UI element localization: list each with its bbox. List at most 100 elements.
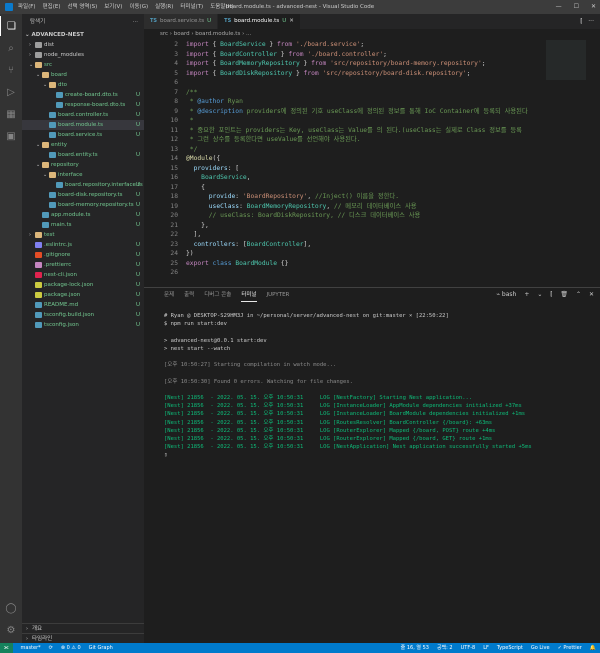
tree-file[interactable]: package.json U xyxy=(22,290,144,300)
code-line[interactable]: 18 provide: 'BoardRepository', //Inject(… xyxy=(144,192,600,202)
code-line[interactable]: 7 /** xyxy=(144,88,600,98)
tree-file[interactable]: board-memory.repository.ts U xyxy=(22,200,144,210)
git-branch[interactable]: master* xyxy=(21,643,41,653)
menu-item[interactable]: 편집(E) xyxy=(43,0,61,14)
account-icon[interactable]: ◯ xyxy=(0,598,22,618)
code-editor[interactable]: 2 import { BoardService } from './board.s… xyxy=(144,40,600,283)
project-folder-header[interactable]: ⌄ ADVANCED-NEST xyxy=(22,30,144,40)
tree-file[interactable]: board.repository.interface.ts U xyxy=(22,180,144,190)
code-line[interactable]: 26 xyxy=(144,268,600,278)
editor-tab[interactable]: TS board.service.ts U xyxy=(144,14,219,29)
minimize-button[interactable]: — xyxy=(556,0,562,14)
kill-terminal-icon[interactable]: 🗑 xyxy=(560,288,568,302)
menu-item[interactable]: 실행(R) xyxy=(155,0,173,14)
menu-item[interactable]: 이동(G) xyxy=(129,0,148,14)
code-line[interactable]: 21 }, xyxy=(144,221,600,231)
tree-file[interactable]: README.md U xyxy=(22,300,144,310)
go-live-button[interactable]: Go Live xyxy=(531,643,550,653)
code-line[interactable]: 6 xyxy=(144,78,600,88)
tree-file[interactable]: board-disk.repository.ts U xyxy=(22,190,144,200)
sidebar-section-header[interactable]: › 타임라인 xyxy=(22,633,144,643)
panel-tab[interactable]: 터미널 xyxy=(241,288,257,302)
extensions-icon[interactable]: ▦ xyxy=(0,104,22,124)
settings-gear-icon[interactable]: ⚙ xyxy=(0,620,22,640)
language-mode[interactable]: TypeScript xyxy=(497,643,523,653)
close-tab-icon[interactable]: ✕ xyxy=(289,14,294,29)
tree-file[interactable]: nest-cli.json U xyxy=(22,270,144,280)
notifications-icon[interactable]: 🔔 xyxy=(590,643,596,653)
split-terminal-icon[interactable]: ⫿ xyxy=(550,288,552,302)
tree-file[interactable]: package-lock.json U xyxy=(22,280,144,290)
remote-explorer-icon[interactable]: ▣ xyxy=(0,126,22,146)
code-line[interactable]: 11 * 중요한 포인트는 providers는 Key, useClass는 … xyxy=(144,126,600,136)
panel-tab[interactable]: 디버그 콘솔 xyxy=(204,288,231,302)
tree-file[interactable]: board.controller.ts U xyxy=(22,110,144,120)
menu-item[interactable]: 보기(V) xyxy=(104,0,122,14)
remote-status-icon[interactable]: ⫘ xyxy=(0,643,13,653)
breadcrumb[interactable]: src › board › board.module.ts › ... xyxy=(144,29,600,40)
explorer-more-icon[interactable]: ··· xyxy=(133,14,138,30)
prettier-status[interactable]: ✓ Prettier xyxy=(558,643,582,653)
split-editor-icon[interactable]: ⫿ xyxy=(580,14,582,29)
search-icon[interactable]: ⌕ xyxy=(0,38,22,58)
panel-tab[interactable]: 문제 xyxy=(164,288,174,302)
encoding-status[interactable]: UTF-8 xyxy=(461,643,476,653)
terminal-dropdown-icon[interactable]: ⌄ xyxy=(537,288,542,302)
terminal-output[interactable]: # Ryan @ DESKTOP-S29HM3J in ~/personal/s… xyxy=(164,312,596,460)
menu-item[interactable]: 파일(F) xyxy=(18,0,36,14)
tree-file[interactable]: board.service.ts U xyxy=(22,130,144,140)
tree-file[interactable]: create-board.dto.ts U xyxy=(22,90,144,100)
tree-file[interactable]: app.module.ts U xyxy=(22,210,144,220)
more-actions-icon[interactable]: ··· xyxy=(588,14,594,29)
tree-file[interactable]: response-board.dto.ts U xyxy=(22,100,144,110)
git-graph-button[interactable]: Git Graph xyxy=(89,643,113,653)
tree-folder[interactable]: ⌄ interface xyxy=(22,170,144,180)
tree-file[interactable]: .eslintrc.js U xyxy=(22,240,144,250)
tree-folder[interactable]: › dist xyxy=(22,40,144,50)
code-line[interactable]: 19 useClass: BoardMemoryRepository, // 메… xyxy=(144,202,600,212)
explorer-icon[interactable]: ❏ xyxy=(0,16,22,36)
code-line[interactable]: 8 * @author Ryan xyxy=(144,97,600,107)
panel-tab[interactable]: 출력 xyxy=(184,288,194,302)
maximize-panel-icon[interactable]: ⌃ xyxy=(576,288,581,302)
source-control-icon[interactable]: ⑂ xyxy=(0,60,22,80)
tree-folder[interactable]: › node_modules xyxy=(22,50,144,60)
terminal-shell-selector[interactable]: ⌁ bash xyxy=(496,288,516,302)
code-line[interactable]: 3 import { BoardController } from './boar… xyxy=(144,50,600,60)
tree-folder[interactable]: ⌄ board xyxy=(22,70,144,80)
sync-icon[interactable]: ⟳ xyxy=(49,643,53,653)
code-line[interactable]: 9 * @description providers에 정의된 기호 useCl… xyxy=(144,107,600,117)
code-line[interactable]: 12 * 그런 상수를 등록한다면 useValue를 선언해야 사용된다. xyxy=(144,135,600,145)
maximize-button[interactable]: ☐ xyxy=(574,0,579,14)
code-line[interactable]: 14 @Module({ xyxy=(144,154,600,164)
tree-folder[interactable]: ⌄ entity xyxy=(22,140,144,150)
code-line[interactable]: 10 * xyxy=(144,116,600,126)
run-debug-icon[interactable]: ▷ xyxy=(0,82,22,102)
code-line[interactable]: 4 import { BoardMemoryRepository } from '… xyxy=(144,59,600,69)
code-line[interactable]: 25 export class BoardModule {} xyxy=(144,259,600,269)
eol-status[interactable]: LF xyxy=(483,643,489,653)
minimap[interactable] xyxy=(546,40,586,80)
menu-item[interactable]: 도움말(H) xyxy=(210,0,234,14)
close-window-button[interactable]: ✕ xyxy=(591,0,596,14)
tree-file[interactable]: tsconfig.json U xyxy=(22,320,144,330)
code-line[interactable]: 22 ], xyxy=(144,230,600,240)
code-line[interactable]: 24}) xyxy=(144,249,600,259)
tree-folder[interactable]: ⌄ dto xyxy=(22,80,144,90)
code-line[interactable]: 2 import { BoardService } from './board.s… xyxy=(144,40,600,50)
code-line[interactable]: 15 providers: [ xyxy=(144,164,600,174)
problems-status[interactable]: ⊗ 0 ⚠ 0 xyxy=(61,643,81,653)
menu-item[interactable]: 선택 영역(S) xyxy=(67,0,97,14)
tree-folder[interactable]: ⌄ src xyxy=(22,60,144,70)
code-line[interactable]: 5 import { BoardDiskRepository } from 'sr… xyxy=(144,69,600,79)
cursor-position[interactable]: 줄 16, 열 53 xyxy=(401,643,429,653)
editor-tab[interactable]: TS board.module.ts U ✕ xyxy=(218,14,301,29)
code-line[interactable]: 13 */ xyxy=(144,145,600,155)
indentation-status[interactable]: 공백: 2 xyxy=(437,643,453,653)
tree-file[interactable]: .prettierrc U xyxy=(22,260,144,270)
menu-item[interactable]: 터미널(T) xyxy=(180,0,203,14)
tree-file[interactable]: .gitignore U xyxy=(22,250,144,260)
new-terminal-button[interactable]: + xyxy=(524,288,529,302)
tree-file[interactable]: main.ts U xyxy=(22,220,144,230)
tree-folder[interactable]: › test xyxy=(22,230,144,240)
